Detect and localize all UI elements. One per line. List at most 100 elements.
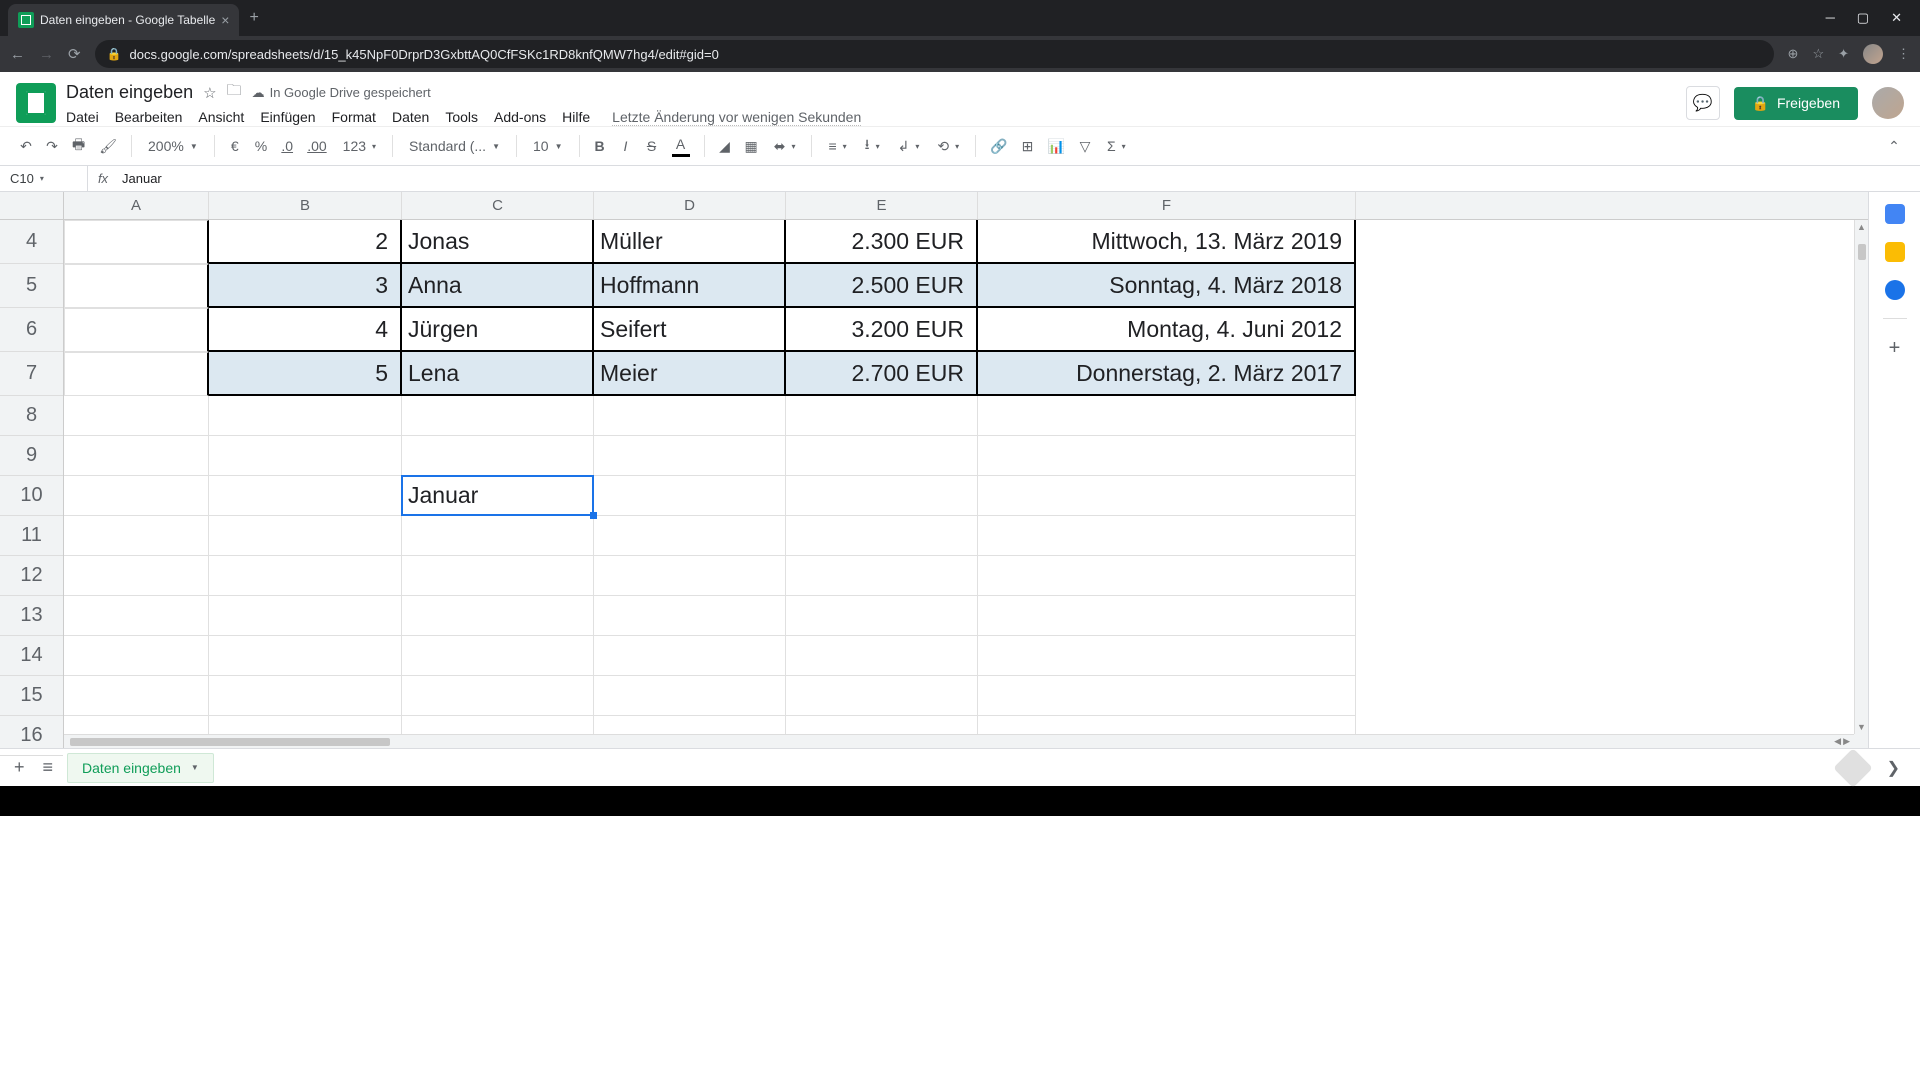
menu-insert[interactable]: Einfügen: [260, 109, 315, 126]
menu-file[interactable]: Datei: [66, 109, 99, 126]
cell[interactable]: [64, 676, 209, 716]
scroll-up-icon[interactable]: ▲: [1855, 220, 1868, 234]
cell[interactable]: [209, 636, 402, 676]
name-box[interactable]: C10 ▾: [0, 166, 88, 191]
row-header[interactable]: 8: [0, 396, 63, 436]
cell[interactable]: [402, 596, 594, 636]
cell[interactable]: [786, 476, 978, 516]
v-align-button[interactable]: ⭳▾: [859, 132, 886, 160]
font-size-select[interactable]: 10 ▼: [527, 136, 569, 156]
browser-profile-avatar[interactable]: [1863, 44, 1883, 64]
menu-data[interactable]: Daten: [392, 109, 429, 126]
add-sheet-button[interactable]: +: [10, 753, 29, 782]
cell[interactable]: [64, 308, 209, 352]
row-header[interactable]: 12: [0, 556, 63, 596]
menu-edit[interactable]: Bearbeiten: [115, 109, 183, 126]
row-header[interactable]: 13: [0, 596, 63, 636]
scroll-right-icon[interactable]: ▶: [1843, 736, 1850, 747]
cell[interactable]: Mittwoch, 13. März 2019: [978, 220, 1356, 264]
favorite-icon[interactable]: ☆: [1812, 46, 1824, 62]
cell[interactable]: [594, 476, 786, 516]
cell[interactable]: [594, 516, 786, 556]
horizontal-scrollbar[interactable]: ◀▶: [64, 734, 1854, 748]
column-header[interactable]: C: [402, 192, 594, 219]
cell[interactable]: [64, 476, 209, 516]
cell[interactable]: [978, 436, 1356, 476]
font-family-select[interactable]: Standard (... ▼: [403, 136, 506, 156]
formula-value[interactable]: Januar: [118, 171, 162, 186]
zoom-indicator-icon[interactable]: ⊕: [1788, 46, 1799, 62]
column-header[interactable]: A: [64, 192, 209, 219]
browser-tab[interactable]: Daten eingeben - Google Tabelle ×: [8, 4, 239, 36]
keep-icon[interactable]: [1885, 242, 1905, 262]
cell[interactable]: [786, 596, 978, 636]
cell[interactable]: [978, 636, 1356, 676]
cell[interactable]: Müller: [594, 220, 786, 264]
select-all-corner[interactable]: [0, 192, 63, 220]
cell[interactable]: 5: [209, 352, 402, 396]
cell[interactable]: [594, 556, 786, 596]
cell[interactable]: 3: [209, 264, 402, 308]
cell[interactable]: 2.500 EUR: [786, 264, 978, 308]
cell[interactable]: [978, 516, 1356, 556]
add-addon-button[interactable]: +: [1889, 337, 1901, 360]
cell[interactable]: [978, 396, 1356, 436]
row-header[interactable]: 6: [0, 308, 63, 352]
cell[interactable]: 2: [209, 220, 402, 264]
expand-side-panel-icon[interactable]: ❯: [1877, 758, 1910, 778]
decrease-decimal-button[interactable]: .0: [277, 134, 297, 158]
calendar-icon[interactable]: [1885, 204, 1905, 224]
row-header[interactable]: 4: [0, 220, 63, 264]
column-header[interactable]: D: [594, 192, 786, 219]
cell[interactable]: [786, 636, 978, 676]
cell[interactable]: Seifert: [594, 308, 786, 352]
cell[interactable]: [209, 436, 402, 476]
cell[interactable]: [209, 396, 402, 436]
cell[interactable]: Januar: [402, 476, 594, 516]
scroll-left-icon[interactable]: ◀: [1834, 736, 1841, 747]
cell[interactable]: 3.200 EUR: [786, 308, 978, 352]
vertical-scrollbar[interactable]: ▲ ▼: [1854, 220, 1868, 748]
column-header[interactable]: F: [978, 192, 1356, 219]
cell[interactable]: [64, 220, 209, 264]
more-formats-button[interactable]: 123 ▾: [337, 136, 382, 156]
cell[interactable]: [402, 396, 594, 436]
cell[interactable]: [402, 436, 594, 476]
forward-icon[interactable]: →: [39, 46, 54, 63]
tab-close-icon[interactable]: ×: [221, 12, 229, 28]
window-minimize-icon[interactable]: ─: [1826, 10, 1835, 26]
cell[interactable]: Jürgen: [402, 308, 594, 352]
cell[interactable]: Jonas: [402, 220, 594, 264]
cell[interactable]: [786, 436, 978, 476]
sheets-logo-icon[interactable]: [16, 83, 56, 123]
column-header[interactable]: B: [209, 192, 402, 219]
scroll-thumb[interactable]: [70, 738, 390, 746]
menu-tools[interactable]: Tools: [445, 109, 478, 126]
cell[interactable]: Lena: [402, 352, 594, 396]
print-button[interactable]: 🖶: [68, 130, 89, 162]
cell[interactable]: [402, 676, 594, 716]
row-header[interactable]: 15: [0, 676, 63, 716]
zoom-select[interactable]: 200% ▼: [142, 136, 204, 156]
share-button[interactable]: 🔒 Freigeben: [1734, 87, 1858, 120]
cell[interactable]: [64, 636, 209, 676]
menu-format[interactable]: Format: [332, 109, 376, 126]
cell[interactable]: [64, 264, 209, 308]
extensions-icon[interactable]: ✦: [1838, 46, 1849, 62]
wrap-button[interactable]: ↲▾: [892, 136, 926, 157]
cell[interactable]: Donnerstag, 2. März 2017: [978, 352, 1356, 396]
insert-link-button[interactable]: 🔗: [986, 134, 1011, 159]
comments-button[interactable]: 💬: [1686, 86, 1720, 120]
cell[interactable]: 2.300 EUR: [786, 220, 978, 264]
cell[interactable]: [64, 516, 209, 556]
last-edit-link[interactable]: Letzte Änderung vor wenigen Sekunden: [612, 109, 861, 126]
cell[interactable]: 4: [209, 308, 402, 352]
back-icon[interactable]: ←: [10, 46, 25, 63]
cell[interactable]: Sonntag, 4. März 2018: [978, 264, 1356, 308]
scroll-down-icon[interactable]: ▼: [1855, 720, 1868, 734]
menu-view[interactable]: Ansicht: [198, 109, 244, 126]
tasks-icon[interactable]: [1885, 280, 1905, 300]
cell[interactable]: [402, 516, 594, 556]
scroll-thumb[interactable]: [1858, 244, 1866, 260]
cell[interactable]: Anna: [402, 264, 594, 308]
